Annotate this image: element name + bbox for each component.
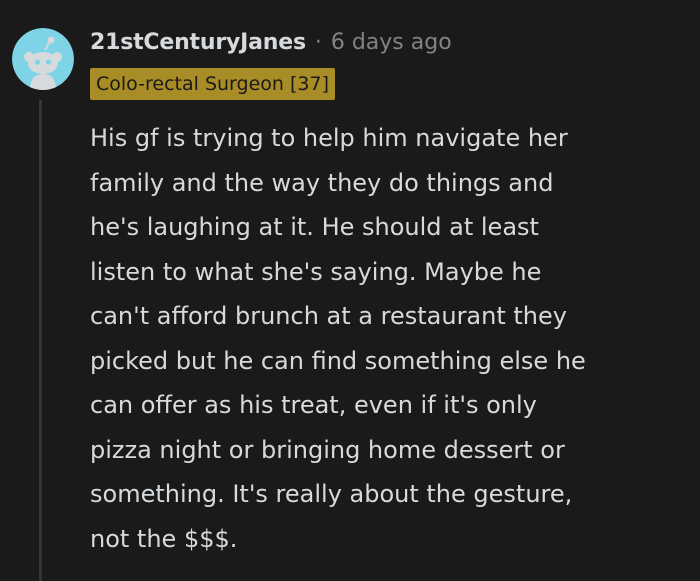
comment-body-line: something. It's really about the gesture… bbox=[90, 480, 573, 508]
comment-body-line: can't afford brunch at a restaurant they bbox=[90, 302, 567, 330]
comment-body-line: he's laughing at it. He should at least bbox=[90, 213, 539, 241]
comment: 21stCenturyJanes · 6 days ago Colo-recta… bbox=[0, 0, 700, 581]
comment-body: His gf is trying to help him navigate he… bbox=[90, 116, 690, 561]
meta-separator: · bbox=[314, 29, 322, 55]
comment-body-line: His gf is trying to help him navigate he… bbox=[90, 124, 568, 152]
comment-body-line: family and the way they do things and bbox=[90, 168, 554, 197]
comment-header: 21stCenturyJanes · 6 days ago bbox=[90, 27, 452, 57]
author-username[interactable]: 21stCenturyJanes bbox=[90, 30, 306, 55]
comment-body-line: pizza night or bringing home dessert or bbox=[90, 435, 565, 464]
reddit-snoo-avatar-icon bbox=[12, 28, 74, 90]
user-flair: Colo-rectal Surgeon [37] bbox=[90, 68, 335, 100]
comment-body-line: picked but he can find something else he bbox=[90, 346, 586, 375]
comment-timestamp[interactable]: 6 days ago bbox=[331, 30, 452, 55]
comment-body-line: not the $$$. bbox=[90, 524, 238, 553]
thread-collapse-line[interactable] bbox=[39, 100, 42, 581]
user-avatar[interactable] bbox=[12, 28, 74, 90]
comment-body-line: can offer as his treat, even if it's onl… bbox=[90, 391, 537, 419]
comment-body-line: listen to what she's saying. Maybe he bbox=[90, 257, 542, 286]
